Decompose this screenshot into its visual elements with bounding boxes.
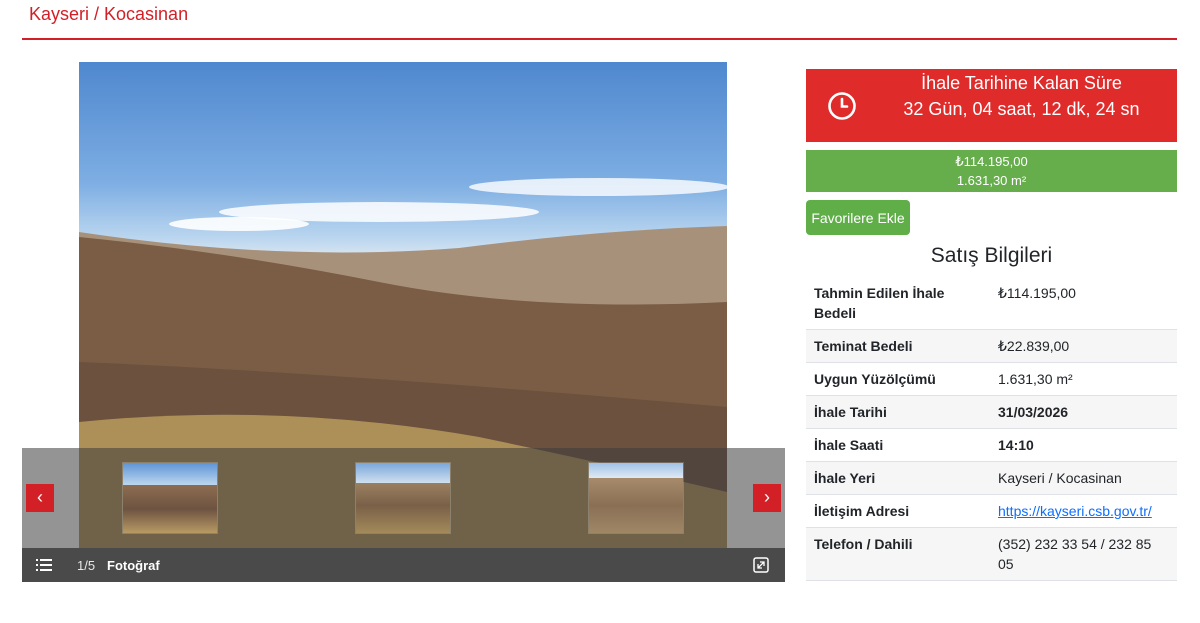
countdown-box: İhale Tarihine Kalan Süre 32 Gün, 04 saa… xyxy=(806,69,1177,142)
table-row: İhale Yeri Kayseri / Kocasinan xyxy=(806,461,1177,495)
row-value: 31/03/2026 xyxy=(990,395,1177,429)
contact-address-link[interactable]: https://kayseri.csb.gov.tr/ xyxy=(998,503,1152,519)
row-label: Teminat Bedeli xyxy=(806,329,990,363)
row-value: ₺22.839,00 xyxy=(990,329,1177,363)
photo-gallery: ‹ › 1/5 Fotoğraf xyxy=(22,62,785,582)
table-row: Telefon / Dahili (352) 232 33 54 / 232 8… xyxy=(806,527,1177,581)
thumbnail-1[interactable] xyxy=(122,462,218,534)
table-row: İletişim Adresi https://kayseri.csb.gov.… xyxy=(806,494,1177,528)
thumbnail-3[interactable] xyxy=(588,462,684,534)
list-icon[interactable] xyxy=(36,557,52,573)
price-amount: ₺114.195,00 xyxy=(955,154,1028,169)
add-to-favorites-button[interactable]: Favorilere Ekle xyxy=(806,200,910,235)
chevron-left-icon: ‹ xyxy=(37,487,43,507)
thumbnail-strip xyxy=(22,448,785,548)
row-value: (352) 232 33 54 / 232 85 05 xyxy=(990,527,1177,581)
photo-counter: 1/5 xyxy=(77,558,96,573)
row-label: İhale Yeri xyxy=(806,461,990,495)
price-area: 1.631,30 m² xyxy=(956,173,1027,188)
row-label: İletişim Adresi xyxy=(806,494,990,528)
clock-icon xyxy=(828,92,856,120)
row-label: Telefon / Dahili xyxy=(806,527,990,581)
previous-photo-button[interactable]: ‹ xyxy=(26,484,54,512)
row-label: Tahmin Edilen İhale Bedeli xyxy=(806,277,990,330)
title-divider xyxy=(22,38,1177,40)
row-label: İhale Tarihi xyxy=(806,395,990,429)
row-value: 1.631,30 m² xyxy=(990,362,1177,396)
gallery-toolbar: 1/5 Fotoğraf xyxy=(22,548,785,582)
photo-label: Fotoğraf xyxy=(107,558,160,573)
table-row: Teminat Bedeli ₺22.839,00 xyxy=(806,329,1177,363)
countdown-title: İhale Tarihine Kalan Süre xyxy=(921,73,1122,93)
table-row: Uygun Yüzölçümü 1.631,30 m² xyxy=(806,362,1177,396)
price-summary: ₺114.195,00 1.631,30 m² xyxy=(806,150,1177,192)
row-label: İhale Saati xyxy=(806,428,990,462)
row-value: https://kayseri.csb.gov.tr/ xyxy=(990,494,1177,528)
page-title: Kayseri / Kocasinan xyxy=(29,4,189,24)
next-photo-button[interactable]: › xyxy=(753,484,781,512)
row-value: 14:10 xyxy=(990,428,1177,462)
sale-info-table: Tahmin Edilen İhale Bedeli ₺114.195,00 T… xyxy=(806,277,1177,581)
table-row: İhale Saati 14:10 xyxy=(806,428,1177,462)
chevron-right-icon: › xyxy=(764,487,770,507)
countdown-value: 32 Gün, 04 saat, 12 dk, 24 sn xyxy=(903,99,1140,119)
table-row: İhale Tarihi 31/03/2026 xyxy=(806,395,1177,429)
thumbnail-2[interactable] xyxy=(355,462,451,534)
sale-info-title: Satış Bilgileri xyxy=(930,244,1053,267)
row-value: Kayseri / Kocasinan xyxy=(990,461,1177,495)
expand-icon[interactable] xyxy=(753,557,769,573)
table-row: Tahmin Edilen İhale Bedeli ₺114.195,00 xyxy=(806,277,1177,330)
row-label: Uygun Yüzölçümü xyxy=(806,362,990,396)
row-value: ₺114.195,00 xyxy=(990,277,1177,330)
